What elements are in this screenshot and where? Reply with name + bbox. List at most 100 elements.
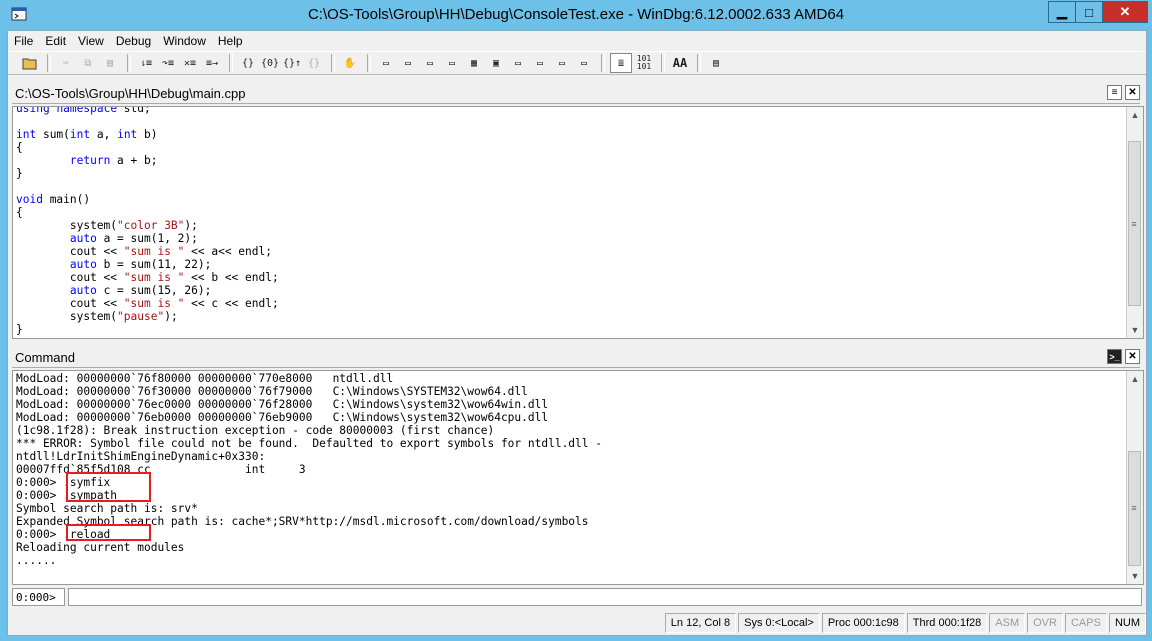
command-input[interactable] xyxy=(68,588,1142,606)
toolbar-separator xyxy=(367,54,371,72)
status-ovr[interactable]: OVR xyxy=(1027,613,1063,633)
source-line: { xyxy=(16,206,23,219)
source-line xyxy=(16,115,279,128)
minimize-icon: ▁ xyxy=(1057,4,1067,19)
menu-edit[interactable]: Edit xyxy=(39,34,72,48)
source-editor[interactable]: using namespace std; int sum(int a, int … xyxy=(12,106,1144,339)
source-line: cout << "sum is " << b << endl; xyxy=(16,271,279,284)
menu-debug[interactable]: Debug xyxy=(110,34,157,48)
main-window: File Edit View Debug Window Help ✂ ⧉ ▤ ⇂… xyxy=(7,30,1147,636)
source-line: } xyxy=(16,167,23,180)
command-output-line: ModLoad: 00000000`76eb0000 00000000`76eb… xyxy=(16,411,549,424)
hex-icon[interactable]: 101 101 xyxy=(634,54,654,72)
command-pane-titlebar: Command >_ ✕ xyxy=(12,347,1140,368)
font-icon[interactable]: AA xyxy=(670,54,690,72)
source-close-button[interactable]: ✕ xyxy=(1125,85,1140,100)
status-caps: CAPS xyxy=(1064,613,1107,633)
source-pane-titlebar: C:\OS-Tools\Group\HH\Debug\main.cpp ≡ ✕ xyxy=(12,83,1140,104)
command-window-icon[interactable]: ▭ xyxy=(376,54,396,72)
source-mode-icon[interactable]: ≣ xyxy=(610,53,632,73)
status-num: NUM xyxy=(1108,613,1146,633)
source-line: cout << "sum is " << c << endl; xyxy=(16,297,279,310)
scratchpad-icon[interactable]: ▭ xyxy=(530,54,550,72)
highlight-box-symfix-sympath xyxy=(66,472,151,502)
scroll-down-icon[interactable]: ▼ xyxy=(1127,322,1143,338)
source-mode-icon[interactable]: ▭ xyxy=(552,54,572,72)
toolbar-separator xyxy=(661,54,665,72)
menu-help[interactable]: Help xyxy=(212,34,249,48)
source-line: return a + b; xyxy=(69,154,158,167)
source-pane-title: C:\OS-Tools\Group\HH\Debug\main.cpp xyxy=(15,86,246,101)
command-output[interactable]: ModLoad: 00000000`76f80000 00000000`770e… xyxy=(12,370,1144,585)
run-to-cursor-icon[interactable]: ≡→ xyxy=(202,54,222,72)
window-controls: ▁ □ ✕ xyxy=(1048,1,1148,23)
step-out-icon[interactable]: ✕≡ xyxy=(180,54,200,72)
source-line: cout << "sum is " << a<< endl; xyxy=(16,245,272,258)
toolbar-separator xyxy=(229,54,233,72)
source-line: auto c = sum(15, 26); xyxy=(69,284,212,297)
source-line: auto b = sum(11, 22); xyxy=(69,258,212,271)
cut-icon[interactable]: ✂ xyxy=(56,54,76,72)
source-line: auto a = sum(1, 2); xyxy=(69,232,198,245)
source-line: } xyxy=(16,323,23,336)
close-icon: ✕ xyxy=(1128,351,1137,362)
options-icon[interactable]: ▤ xyxy=(706,54,726,72)
maximize-button[interactable]: □ xyxy=(1076,1,1103,23)
registers-icon[interactable]: ▭ xyxy=(442,54,462,72)
command-pane-title: Command xyxy=(15,350,75,365)
command-scrollbar[interactable]: ▲ ≡ ▼ xyxy=(1126,371,1143,584)
toolbar-separator xyxy=(601,54,605,72)
braces-step-icon[interactable]: {0} xyxy=(260,54,280,72)
status-sys: Sys 0:<Local> xyxy=(738,613,820,633)
source-line: using namespace std; xyxy=(16,106,151,115)
step-over-icon[interactable]: ↷≡ xyxy=(158,54,178,72)
source-options-button[interactable]: ≡ xyxy=(1107,85,1122,100)
braces-go-icon[interactable]: {} xyxy=(238,54,258,72)
menu-view[interactable]: View xyxy=(72,34,110,48)
menu-window[interactable]: Window xyxy=(157,34,212,48)
status-proc: Proc 000:1c98 xyxy=(821,613,905,633)
scroll-up-icon[interactable]: ▲ xyxy=(1127,371,1143,387)
command-output-line: Symbol search path is: srv* xyxy=(16,502,198,515)
source-line: system("color 3B"); xyxy=(16,219,198,232)
source-line: { xyxy=(16,141,23,154)
grip-icon: ≡ xyxy=(1131,503,1137,513)
status-thrd: Thrd 000:1f28 xyxy=(906,613,988,633)
call-stack-icon[interactable]: ▣ xyxy=(486,54,506,72)
toolbar-separator xyxy=(47,54,51,72)
close-button[interactable]: ✕ xyxy=(1103,1,1148,23)
command-output-line: ...... xyxy=(16,554,57,567)
title-bar: C:\OS-Tools\Group\HH\Debug\ConsoleTest.e… xyxy=(0,0,1152,30)
status-asm[interactable]: ASM xyxy=(989,613,1026,633)
menu-file[interactable]: File xyxy=(8,34,39,48)
braces-disabled-icon[interactable]: {} xyxy=(304,54,324,72)
minimize-button[interactable]: ▁ xyxy=(1048,1,1076,23)
source-line: system("pause"); xyxy=(16,310,178,323)
command-close-button[interactable]: ✕ xyxy=(1125,349,1140,364)
braces-out-icon[interactable]: {}↑ xyxy=(282,54,302,72)
command-output-line: *** ERROR: Symbol file could not be foun… xyxy=(16,437,602,450)
window-title: C:\OS-Tools\Group\HH\Debug\ConsoleTest.e… xyxy=(307,6,845,23)
copy-icon[interactable]: ⧉ xyxy=(78,54,98,72)
memory-icon[interactable]: ▦ xyxy=(464,54,484,72)
command-output-line: ModLoad: 00000000`76f80000 00000000`770e… xyxy=(16,372,394,385)
scroll-down-icon[interactable]: ▼ xyxy=(1127,568,1143,584)
ext-icon[interactable]: ▭ xyxy=(574,54,594,72)
highlight-box-reload xyxy=(66,524,151,541)
source-scrollbar[interactable]: ▲ ≡ ▼ xyxy=(1126,107,1143,338)
command-output-line: ModLoad: 00000000`76ec0000 00000000`76f2… xyxy=(16,398,549,411)
scroll-up-icon[interactable]: ▲ xyxy=(1127,107,1143,123)
command-output-line: ModLoad: 00000000`76f30000 00000000`76f7… xyxy=(16,385,528,398)
command-options-button[interactable]: >_ xyxy=(1107,349,1122,364)
locals-icon[interactable]: ▭ xyxy=(420,54,440,72)
paste-icon[interactable]: ▤ xyxy=(100,54,120,72)
disassembly-icon[interactable]: ▭ xyxy=(508,54,528,72)
open-icon[interactable] xyxy=(20,54,40,72)
toolbar-separator xyxy=(697,54,701,72)
step-into-icon[interactable]: ⇂≡ xyxy=(136,54,156,72)
source-line: void main() xyxy=(16,193,91,206)
hand-icon[interactable]: ✋ xyxy=(340,54,360,72)
toolbar: ✂ ⧉ ▤ ⇂≡ ↷≡ ✕≡ ≡→ {} {0} {}↑ {} ✋ ▭ ▭ ▭ … xyxy=(8,51,1146,75)
command-output-line: (1c98.1f28): Break instruction exception… xyxy=(16,424,495,437)
watch-icon[interactable]: ▭ xyxy=(398,54,418,72)
